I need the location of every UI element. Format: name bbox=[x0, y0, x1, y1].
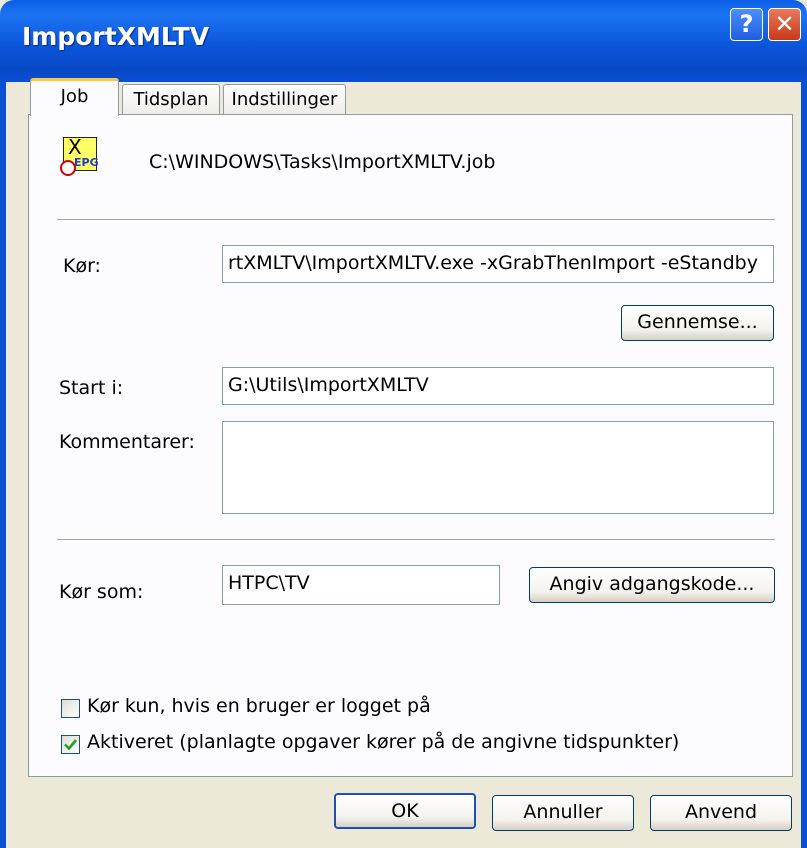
tab-tidsplan[interactable]: Tidsplan bbox=[122, 84, 220, 116]
job-tab-panel: X EPG C:\WINDOWS\Tasks\ImportXMLTV.job K… bbox=[28, 114, 793, 777]
window-border-right bbox=[801, 82, 807, 848]
run-as-input[interactable]: HTPC\TV bbox=[222, 565, 500, 605]
title-bar[interactable]: ImportXMLTV ? ✕ bbox=[0, 0, 807, 82]
comments-textarea[interactable] bbox=[222, 421, 774, 514]
apply-button[interactable]: Anvend bbox=[650, 795, 792, 831]
cancel-button[interactable]: Annuller bbox=[492, 795, 634, 831]
comments-label: Kommentarer: bbox=[59, 431, 195, 453]
window-border-left bbox=[0, 82, 6, 848]
task-file-path: C:\WINDOWS\Tasks\ImportXMLTV.job bbox=[149, 151, 496, 173]
tab-job[interactable]: Job bbox=[30, 78, 119, 116]
xepg-scheduled-task-icon: X EPG bbox=[60, 135, 99, 176]
check-mark-icon bbox=[64, 739, 78, 751]
run-as-label: Kør som: bbox=[59, 581, 144, 603]
run-command-input[interactable]: rtXMLTV\ImportXMLTV.exe -xGrabThenImport… bbox=[222, 245, 774, 283]
tab-indstillinger[interactable]: Indstillinger bbox=[223, 84, 346, 116]
close-button[interactable]: ✕ bbox=[768, 8, 801, 41]
window-title: ImportXMLTV bbox=[22, 22, 210, 51]
help-button[interactable]: ? bbox=[730, 8, 763, 41]
enabled-label: Aktiveret (planlagte opgaver kører på de… bbox=[87, 731, 680, 753]
only-logged-on-checkbox[interactable] bbox=[61, 699, 80, 718]
separator-middle bbox=[57, 539, 775, 541]
run-label: Kør: bbox=[63, 255, 101, 277]
enabled-checkbox[interactable] bbox=[61, 735, 80, 754]
set-password-button[interactable]: Angiv adgangskode... bbox=[529, 567, 775, 603]
start-in-label: Start i: bbox=[59, 377, 124, 399]
ok-button[interactable]: OK bbox=[334, 793, 476, 829]
only-logged-on-label: Kør kun, hvis en bruger er logget på bbox=[87, 695, 431, 717]
browse-button[interactable]: Gennemse... bbox=[621, 305, 774, 341]
dialog-window: ImportXMLTV ? ✕ Job Tidsplan Indstilling… bbox=[0, 0, 807, 848]
separator-top bbox=[57, 219, 775, 221]
start-in-input[interactable]: G:\Utils\ImportXMLTV bbox=[222, 367, 774, 405]
